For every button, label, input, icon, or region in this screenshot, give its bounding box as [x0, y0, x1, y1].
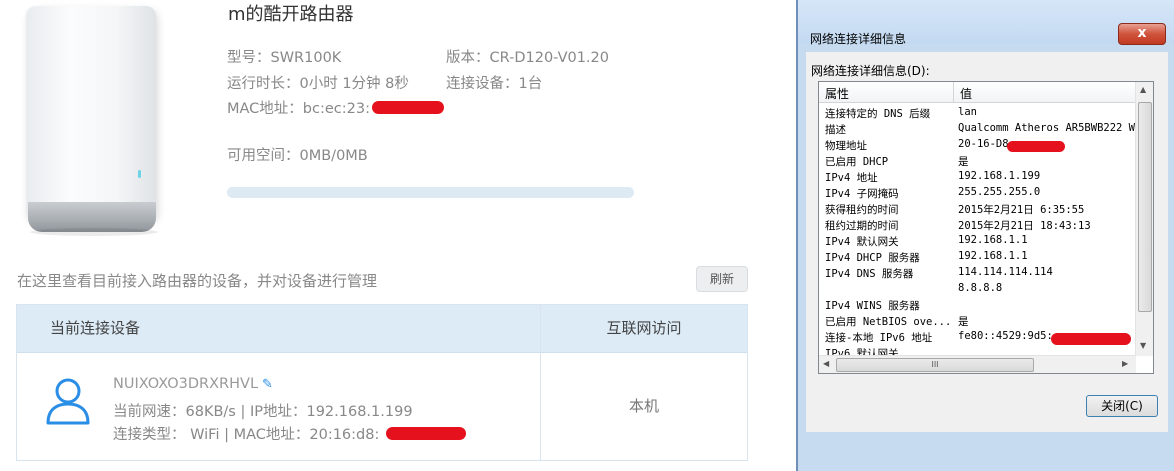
property-name: 已启用 DHCP — [825, 156, 889, 168]
property-name: IPv4 默认网关 — [825, 236, 899, 248]
status-led-icon — [138, 170, 141, 178]
storage-progress-bar — [227, 187, 634, 198]
internet-access-status: 本机 — [628, 397, 659, 415]
router-admin-page: m的酷开路由器 型号：SWR100K 版本：CR-D120-V01.20 运行时… — [0, 0, 790, 471]
device-speed-ip: 当前网速：68KB/s | IP地址：192.168.1.199 — [113, 404, 413, 420]
scroll-left-icon[interactable]: ◀ — [823, 359, 829, 368]
property-name: IPv4 WINS 服务器 — [825, 300, 920, 312]
ipv6-redaction-mark — [1051, 333, 1131, 345]
property-value: 255.255.255.0 — [958, 186, 1041, 198]
property-value: 8.8.8.8 — [958, 282, 1003, 294]
device-table-header: 当前连接设备 互联网访问 — [17, 305, 747, 353]
dialog-title: 网络连接详细信息 — [810, 32, 907, 46]
property-value: 是 — [958, 156, 969, 168]
network-details-dialog: 网络连接详细信息 x 网络连接详细信息(D): 属性 值 连接特定的 DNS 后… — [796, 0, 1174, 471]
property-value: 192.168.1.1 — [958, 234, 1028, 246]
vertical-scrollbar[interactable]: ▲ ▼ — [1135, 82, 1153, 356]
property-name: 租约过期的时间 — [825, 220, 899, 232]
router-uptime: 运行时长：0小时 1分钟 8秒 — [227, 76, 409, 92]
property-value: lan — [958, 106, 977, 118]
property-name: 获得租约的时间 — [825, 204, 899, 216]
property-name: IPv4 DHCP 服务器 — [825, 252, 920, 264]
property-value: 是 — [958, 316, 969, 328]
scroll-down-icon[interactable]: ▼ — [1140, 341, 1146, 350]
property-value: 192.168.1.199 — [958, 170, 1041, 182]
property-name: IPv4 子网掩码 — [825, 188, 899, 200]
details-list-label: 网络连接详细信息(D): — [811, 64, 930, 78]
user-icon — [46, 378, 90, 425]
router-version: 版本：CR-D120-V01.20 — [446, 50, 609, 66]
property-value: Qualcomm Atheros AR5BWB222 Wir — [958, 122, 1148, 134]
device-management-hint: 在这里查看目前接入路由器的设备，并对设备进行管理 — [17, 272, 378, 290]
scroll-right-icon[interactable]: ▶ — [1122, 359, 1128, 368]
phys-address-redaction-mark — [1007, 141, 1065, 152]
router-name: m的酷开路由器 — [228, 4, 354, 25]
device-mac-redaction-mark — [386, 427, 466, 440]
vertical-scroll-thumb[interactable] — [1138, 102, 1152, 312]
router-mac: MAC地址：bc:ec:23: — [227, 101, 370, 117]
available-storage: 可用空间：0MB/0MB — [227, 148, 368, 164]
horizontal-scroll-thumb[interactable]: III — [836, 358, 1034, 372]
horizontal-scrollbar[interactable]: ◀ III ▶ — [819, 355, 1136, 373]
property-value: 192.168.1.1 — [958, 250, 1028, 262]
property-name: IPv4 地址 — [825, 172, 878, 184]
property-name: 连接特定的 DNS 后缀 — [825, 108, 931, 120]
property-value: 2015年2月21日 18:43:13 — [958, 220, 1091, 232]
device-type-mac: 连接类型： WiFi | MAC地址：20:16:d8: — [113, 427, 380, 443]
property-name: 描述 — [825, 124, 846, 136]
refresh-button[interactable]: 刷新 — [696, 266, 748, 292]
listview-header: 属性 值 — [819, 82, 1153, 103]
property-name: 物理地址 — [825, 140, 867, 152]
device-name: NUIXOXO3DRXRHVL — [113, 376, 259, 392]
column-internet-access: 互联网访问 — [606, 319, 682, 337]
scroll-up-icon[interactable]: ▲ — [1140, 85, 1146, 94]
property-name: 连接-本地 IPv6 地址 — [825, 332, 933, 344]
details-listview[interactable]: 属性 值 连接特定的 DNS 后缀 lan 描述 Qualcomm Atheros A… — [818, 81, 1154, 374]
router-model: 型号：SWR100K — [227, 50, 342, 66]
property-name: 已启用 NetBIOS ove... — [825, 316, 952, 328]
property-value: 114.114.114.114 — [958, 266, 1053, 278]
close-button[interactable]: 关闭(C) — [1086, 395, 1158, 417]
property-name: IPv4 DNS 服务器 — [825, 268, 914, 280]
column-property[interactable]: 属性 — [825, 85, 849, 102]
window-close-button[interactable]: x — [1118, 23, 1166, 45]
connected-devices-count: 连接设备：1台 — [446, 76, 543, 92]
edit-pencil-icon[interactable]: ✎ — [262, 377, 273, 392]
router-device-image — [18, 6, 160, 236]
dialog-title-bar[interactable]: 网络连接详细信息 x — [798, 0, 1174, 46]
mac-redaction-mark — [372, 101, 444, 114]
column-connected-device: 当前连接设备 — [50, 319, 141, 337]
device-table: 当前连接设备 互联网访问 NUIXOXO3DRXRHVL ✎ 当前网速：68KB/… — [16, 304, 748, 461]
property-value: fe80::4529:9d5: — [958, 330, 1053, 342]
property-value: 2015年2月21日 6:35:55 — [958, 204, 1085, 216]
column-value[interactable]: 值 — [960, 85, 972, 102]
